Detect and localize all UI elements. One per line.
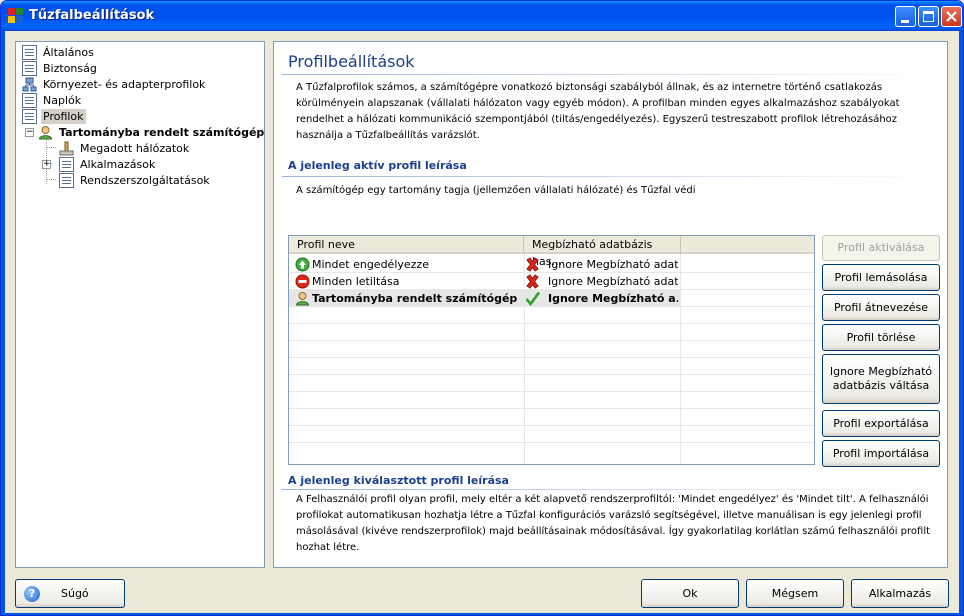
collapse-toggle[interactable]: − bbox=[25, 128, 34, 137]
expand-toggle[interactable]: + bbox=[42, 160, 51, 169]
table-row[interactable]: Mindet engedélyezze Ignore Megbízható ad… bbox=[289, 256, 814, 273]
avg-logo-icon bbox=[8, 8, 24, 24]
tree-item-label: Tartományba rendelt számítógép bbox=[59, 126, 265, 139]
document-icon bbox=[59, 157, 74, 172]
tree-item-label: Alkalmazások bbox=[80, 158, 156, 171]
tree-item-label: Általános bbox=[43, 46, 94, 59]
tree-item-label: Biztonság bbox=[43, 62, 97, 75]
block-all-icon bbox=[295, 274, 310, 289]
help-icon: ? bbox=[24, 586, 40, 602]
settings-tree[interactable]: Általános Biztonság Környezet- és adapte… bbox=[15, 41, 265, 568]
window-border bbox=[959, 31, 963, 615]
divider bbox=[282, 489, 942, 490]
close-icon bbox=[946, 11, 957, 22]
red-x-icon bbox=[525, 274, 540, 289]
profile-name-cell: Minden letiltása bbox=[312, 275, 400, 288]
profile-name-cell: Tartományba rendelt számítógép bbox=[312, 292, 518, 305]
close-button[interactable] bbox=[941, 6, 962, 27]
red-x-icon bbox=[525, 257, 540, 272]
user-profile-icon bbox=[38, 125, 53, 140]
network-icon bbox=[22, 77, 37, 92]
export-profile-button[interactable]: Profil exportálása bbox=[822, 410, 940, 437]
trusted-db-cell: Ignore Megbízható adat... bbox=[548, 258, 678, 271]
document-icon bbox=[22, 93, 37, 108]
tree-connector bbox=[46, 179, 56, 180]
divider bbox=[282, 74, 942, 75]
divider bbox=[282, 176, 942, 177]
column-header-trusted-db[interactable]: Megbízható adatbázis has... bbox=[524, 236, 681, 268]
grid-line bbox=[289, 357, 814, 358]
profile-name-cell: Mindet engedélyezze bbox=[312, 258, 429, 271]
document-icon bbox=[22, 61, 37, 76]
grid-line bbox=[289, 442, 814, 443]
tree-item-label: Környezet- és adapterprofilok bbox=[43, 78, 206, 91]
import-profile-button[interactable]: Profil importálása bbox=[822, 440, 940, 467]
grid-line bbox=[289, 408, 814, 409]
maximize-icon bbox=[923, 11, 934, 22]
green-check-icon bbox=[525, 291, 541, 307]
rename-profile-button[interactable]: Profil átnevezése bbox=[822, 294, 940, 321]
activate-profile-button[interactable]: Profil aktiválása bbox=[822, 235, 940, 261]
network-icon bbox=[59, 141, 74, 156]
column-header-profile-name[interactable]: Profil neve bbox=[289, 236, 524, 254]
user-profile-icon bbox=[295, 291, 310, 306]
trusted-db-cell: Ignore Megbízható a... bbox=[548, 292, 678, 305]
grid-line bbox=[289, 391, 814, 392]
table-row[interactable]: Minden letiltása Ignore Megbízható adat.… bbox=[289, 273, 814, 290]
selected-profile-text: A Felhasználói profil olyan profil, mely… bbox=[296, 494, 931, 553]
list-header: Profil neve Megbízható adatbázis has... bbox=[289, 236, 814, 268]
cancel-button[interactable]: Mégsem bbox=[746, 579, 844, 608]
selected-profile-title: A jelenleg kiválasztott profil leírása bbox=[288, 474, 509, 487]
tree-item-label: Megadott hálózatok bbox=[80, 142, 190, 155]
tree-connector bbox=[46, 147, 56, 148]
ok-button[interactable]: Ok bbox=[641, 579, 739, 608]
trusted-db-cell: Ignore Megbízható adat... bbox=[548, 275, 678, 288]
page-title: Profilbeállítások bbox=[288, 52, 415, 71]
window-title: Tűzfalbeállítások bbox=[29, 8, 155, 23]
allow-all-icon bbox=[295, 257, 310, 272]
minimize-icon bbox=[901, 20, 909, 23]
tree-item-label: Rendszerszolgáltatások bbox=[80, 174, 210, 187]
table-row[interactable]: Tartományba rendelt számítógép Ignore Me… bbox=[289, 290, 814, 307]
active-profile-title: A jelenleg aktív profil leírása bbox=[288, 159, 467, 172]
window-border bbox=[1, 31, 5, 615]
help-button-label: Súgó bbox=[61, 587, 89, 600]
title-bar[interactable]: Tűzfalbeállítások bbox=[1, 1, 963, 31]
intro-text: A Tűzfalprofilok számos, a számítógépre … bbox=[296, 82, 900, 141]
firewall-settings-window: Tűzfalbeállítások Általános Biztonság Kö… bbox=[0, 0, 964, 616]
profile-settings-panel: Profilbeállítások A Tűzfalprofilok számo… bbox=[273, 41, 948, 568]
help-button[interactable]: ? Súgó bbox=[15, 579, 125, 608]
document-icon bbox=[22, 45, 37, 60]
apply-button[interactable]: Alkalmazás bbox=[851, 579, 949, 608]
minimize-button[interactable] bbox=[895, 6, 916, 27]
maximize-button[interactable] bbox=[918, 6, 939, 27]
tree-item-label: Naplók bbox=[43, 94, 82, 107]
grid-line bbox=[289, 374, 814, 375]
document-icon bbox=[59, 173, 74, 188]
profile-list[interactable]: Profil neve Megbízható adatbázis has... … bbox=[288, 235, 815, 465]
tree-item-label: Profilok bbox=[41, 109, 86, 124]
grid-line bbox=[289, 425, 814, 426]
grid-line bbox=[289, 323, 814, 324]
toggle-trusted-db-button[interactable]: Ignore Megbízható adatbázis váltása bbox=[822, 354, 940, 404]
active-profile-text: A számítógép egy tartomány tagja (jellem… bbox=[296, 185, 696, 196]
grid-line bbox=[289, 340, 814, 341]
copy-profile-button[interactable]: Profil lemásolása bbox=[822, 264, 940, 291]
document-icon bbox=[22, 109, 37, 124]
delete-profile-button[interactable]: Profil törlése bbox=[822, 324, 940, 351]
